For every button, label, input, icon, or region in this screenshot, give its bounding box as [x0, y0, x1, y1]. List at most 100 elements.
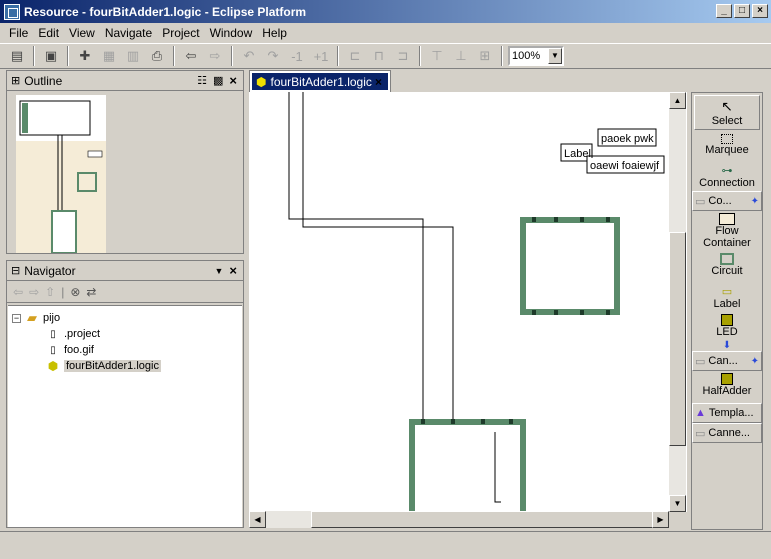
zoom-combo[interactable]: 100% ▼ — [508, 46, 564, 66]
outline-thumbnail[interactable] — [16, 95, 106, 254]
palette-halfadder[interactable]: HalfAdder — [692, 371, 762, 399]
menu-navigate[interactable]: Navigate — [100, 26, 157, 40]
navigator-icon: ⊟ — [11, 265, 21, 277]
outline-toggle-icon[interactable]: ☷ — [197, 74, 207, 87]
navigator-view: ⊟ Navigator ▼ × ⇦ ⇨ ⇧ | ⊗ ⇄ − ▰ pijo ▯ .… — [6, 260, 244, 528]
back-icon[interactable]: ⇦ — [180, 46, 202, 66]
plus-one-button[interactable]: +1 — [310, 46, 332, 66]
overview-icon[interactable]: ▩ — [213, 74, 223, 87]
palette-flow-container[interactable]: Flow Container — [692, 211, 762, 251]
scroll-thumb[interactable] — [311, 511, 653, 528]
palette-marquee[interactable]: Marquee — [692, 132, 762, 158]
maximize-button[interactable]: □ — [734, 4, 750, 18]
toolbar-separator — [33, 46, 35, 66]
save-all-icon[interactable]: ▥ — [122, 46, 144, 66]
minus-one-button[interactable]: -1 — [286, 46, 308, 66]
palette-label[interactable]: ▭ Label — [692, 279, 762, 312]
align-left-icon[interactable]: ⊏ — [344, 46, 366, 66]
marquee-icon — [721, 134, 733, 144]
menu-project[interactable]: Project — [157, 26, 204, 40]
scroll-down-icon[interactable]: ▼ — [669, 495, 686, 512]
wire — [288, 92, 424, 422]
drawer-canned2[interactable]: ▭ Canne... — [692, 423, 762, 443]
tree-row[interactable]: ⬢ fourBitAdder1.logic — [8, 358, 242, 374]
drawer-templates[interactable]: ▲ Templa... — [692, 403, 762, 423]
forward-icon[interactable]: ⇨ — [204, 46, 226, 66]
chevron-down-icon[interactable]: ▼ — [548, 48, 562, 64]
undo-icon[interactable]: ↶ — [238, 46, 260, 66]
collapse-all-icon[interactable]: ⊗ — [70, 285, 80, 299]
tree-row[interactable]: ▯ .project — [8, 326, 242, 342]
horizontal-scrollbar[interactable]: ◀ ▶ — [249, 511, 669, 528]
thumbnail-drawing — [16, 100, 106, 254]
menu-file[interactable]: File — [4, 26, 33, 40]
outline-title: Outline — [24, 73, 63, 88]
menu-window[interactable]: Window — [205, 26, 258, 40]
collapse-icon[interactable]: − — [12, 313, 21, 323]
close-icon[interactable]: × — [229, 73, 237, 88]
menu-view[interactable]: View — [64, 26, 100, 40]
drawer-components[interactable]: ▭ Co... ✦ — [692, 191, 762, 211]
palette-led[interactable]: LED — [692, 312, 762, 340]
halfadder-icon — [721, 373, 733, 385]
up-icon[interactable]: ⇧ — [45, 285, 55, 299]
drawer-label: Canne... — [708, 427, 750, 439]
pin-icon[interactable]: ✦ — [751, 196, 759, 207]
align-right-icon[interactable]: ⊐ — [392, 46, 414, 66]
new-wizard-icon[interactable]: ✚ — [74, 46, 96, 66]
palette-circuit-label: Circuit — [711, 265, 743, 277]
navigator-title: Navigator — [24, 263, 76, 278]
close-button[interactable]: × — [752, 4, 768, 18]
tree-row[interactable]: − ▰ pijo — [8, 310, 242, 326]
match-size-icon[interactable]: ⊞ — [474, 46, 496, 66]
scroll-left-icon[interactable]: ◀ — [249, 511, 266, 528]
toolbar-separator: | — [61, 284, 65, 299]
menu-help[interactable]: Help — [257, 26, 292, 40]
scroll-right-icon[interactable]: ▶ — [652, 511, 669, 528]
view-menu-icon[interactable]: ▼ — [214, 266, 223, 276]
open-icon[interactable]: ▣ — [40, 46, 62, 66]
scroll-up-icon[interactable]: ▲ — [669, 92, 686, 109]
toolbar-separator — [501, 46, 503, 66]
pointer-icon: ↖ — [721, 98, 733, 114]
drawer-label: Can... — [708, 355, 738, 367]
drawer-canned[interactable]: ▭ Can... ✦ — [692, 351, 762, 371]
palette-select[interactable]: ↖ Select — [694, 95, 760, 130]
eclipse-app-icon — [4, 3, 20, 20]
palette: ↖ Select Marquee ⊶ Connection ▭ Co... ✦ … — [691, 92, 763, 530]
drawer-icon: ▭ — [695, 355, 706, 368]
minimize-button[interactable]: _ — [716, 4, 732, 18]
new-icon[interactable]: ▤ — [6, 46, 28, 66]
match-height-icon[interactable]: ⊥ — [450, 46, 472, 66]
label-text: oaewi foaiewjf — [590, 160, 660, 172]
outline-body — [8, 93, 242, 254]
palette-connection-label: Connection — [699, 177, 755, 189]
tree-item-label: fourBitAdder1.logic — [64, 360, 161, 372]
save-icon[interactable]: ▦ — [98, 46, 120, 66]
diagram-canvas[interactable]: paoek pwk Label oaewi foaiewjf — [249, 92, 687, 512]
match-width-icon[interactable]: ⊤ — [426, 46, 448, 66]
close-icon[interactable]: × — [229, 263, 237, 278]
palette-more[interactable]: ⬇ — [692, 340, 762, 351]
editor-tab[interactable]: ⬢ fourBitAdder1.logic × — [249, 70, 391, 92]
toolbar-separator — [173, 46, 175, 66]
file-icon: ▯ — [50, 328, 56, 340]
circuit-icon — [720, 253, 734, 265]
palette-connection[interactable]: ⊶ Connection — [692, 158, 762, 191]
tree-row[interactable]: ▯ foo.gif — [8, 342, 242, 358]
back-icon[interactable]: ⇦ — [13, 285, 23, 299]
menu-edit[interactable]: Edit — [33, 26, 64, 40]
align-center-icon[interactable]: ⊓ — [368, 46, 390, 66]
close-icon[interactable]: × — [375, 75, 382, 89]
link-with-editor-icon[interactable]: ⇄ — [86, 285, 96, 299]
forward-icon[interactable]: ⇨ — [29, 285, 39, 299]
palette-circuit[interactable]: Circuit — [692, 251, 762, 279]
label-icon: ▭ — [721, 286, 733, 298]
wire — [302, 92, 454, 422]
redo-icon[interactable]: ↷ — [262, 46, 284, 66]
drawer-icon: ▭ — [695, 195, 706, 208]
vertical-scrollbar[interactable]: ▲ ▼ — [669, 92, 686, 512]
pin-icon[interactable]: ✦ — [751, 356, 759, 367]
scroll-thumb[interactable] — [669, 232, 686, 446]
print-icon[interactable]: ⎙ — [146, 46, 168, 66]
